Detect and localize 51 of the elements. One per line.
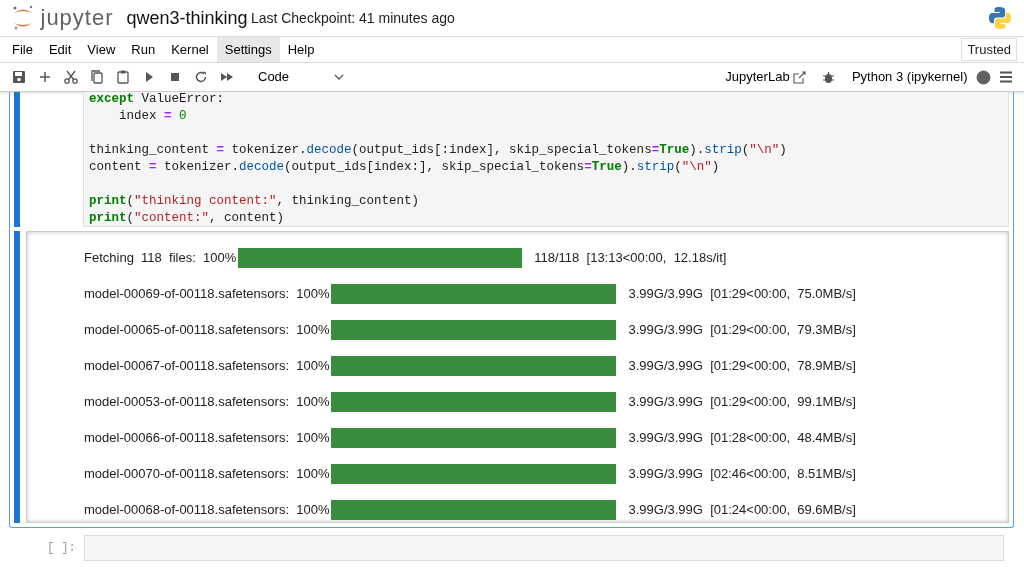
copy-icon — [89, 69, 105, 85]
jupyterlab-link[interactable]: JupyterLab — [720, 67, 811, 87]
menu-item[interactable]: View — [79, 37, 124, 62]
restart-icon — [193, 69, 209, 85]
cut-icon — [63, 69, 79, 85]
code-input-field[interactable] — [84, 535, 1004, 561]
menu-item[interactable]: Settings — [216, 37, 280, 62]
trusted-indicator[interactable]: Trusted — [961, 37, 1017, 62]
progress-info: 118/118 [13:13<00:00, 12.18s/it] — [533, 249, 727, 268]
progress-info: 3.99G/3.99G [01:29<00:00, 78.9MB/s] — [627, 357, 856, 376]
progress-info: 3.99G/3.99G [01:29<00:00, 75.0MB/s] — [627, 285, 856, 304]
code-line: index = 0 — [118, 108, 188, 125]
progress-info: 3.99G/3.99G [01:28<00:00, 48.4MB/s] — [627, 429, 856, 448]
jupyter-logo-icon — [12, 5, 34, 31]
code-line: thinking_content = tokenizer.decode(output_ids[:index], skip_special_tokens=True).strip("\n") — [89, 142, 788, 159]
file-progress-label: model-00066-of-00118.safetensors: 100% — [84, 429, 331, 448]
caret-icon — [334, 74, 344, 80]
menu-item[interactable]: Kernel — [163, 37, 217, 62]
menu-item[interactable]: Edit — [40, 37, 80, 62]
cell-type-dropdown[interactable]: Code — [253, 67, 349, 87]
file-progress-label: model-00068-of-00118.safetensors: 100% — [84, 501, 331, 520]
progress-info: 3.99G/3.99G [02:46<00:00, 8.51MB/s] — [627, 465, 856, 484]
python-logo-icon — [988, 6, 1012, 30]
menu-item[interactable]: Run — [123, 37, 164, 62]
cell-prompt: [ ]: — [47, 540, 77, 557]
paste-icon — [115, 69, 131, 85]
checkpoint-status: Last Checkpoint: 41 minutes ago — [250, 8, 455, 28]
file-progress-label: model-00067-of-00118.safetensors: 100% — [84, 357, 331, 376]
bug-icon — [822, 70, 836, 84]
notebook-title[interactable]: qwen3-thinking — [126, 4, 248, 32]
file-progress-label: model-00070-of-00118.safetensors: 100% — [84, 465, 331, 484]
logo-text: jupyter — [40, 7, 114, 29]
progress-info: 3.99G/3.99G [01:29<00:00, 99.1MB/s] — [627, 393, 856, 412]
code-line: print("thinking content:", thinking_content) — [89, 193, 421, 210]
code-line: content = tokenizer.decode(output_ids[index:], skip_special_tokens=True).strip("\n") — [89, 159, 721, 176]
code-line: except ValueError: — [89, 92, 226, 108]
menu-icon — [999, 71, 1013, 83]
menu-item[interactable]: Help — [279, 37, 323, 62]
kernel-name[interactable]: Python 3 (ipykernel) — [846, 67, 973, 87]
code-line: print("content:", content) — [89, 210, 286, 226]
progress-info: 3.99G/3.99G [01:24<00:00, 69.6MB/s] — [627, 501, 856, 520]
file-progress-label: model-00069-of-00118.safetensors: 100% — [84, 285, 331, 304]
external-link-icon — [792, 70, 806, 84]
save-icon — [11, 69, 27, 85]
add-icon — [37, 69, 53, 85]
code-editor[interactable] — [83, 92, 1009, 227]
file-progress-label: model-00053-of-00118.safetensors: 100% — [84, 393, 331, 412]
progress-label: Fetching 118 files: 100% — [84, 249, 238, 268]
menu-item[interactable]: File — [4, 37, 41, 62]
progress-info: 3.99G/3.99G [01:29<00:00, 79.3MB/s] — [627, 321, 856, 340]
file-progress-label: model-00065-of-00118.safetensors: 100% — [84, 321, 331, 340]
